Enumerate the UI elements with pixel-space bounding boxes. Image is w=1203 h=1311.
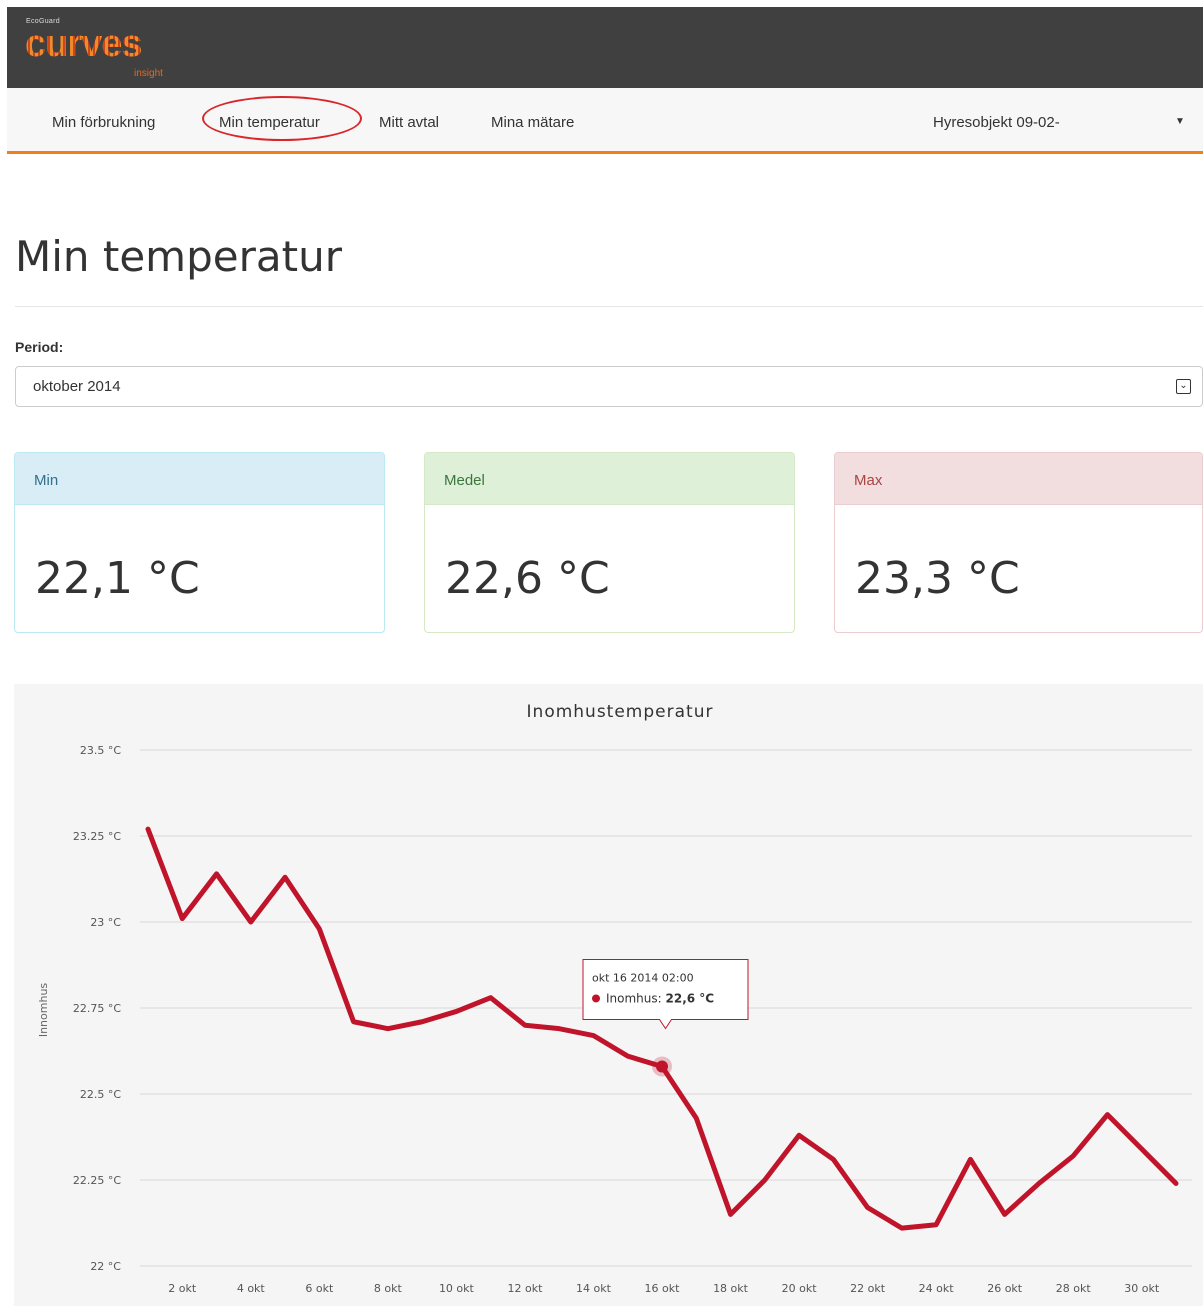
x-tick-label: 22 okt — [850, 1282, 886, 1295]
stat-card-avg: Medel 22,6 °C — [424, 452, 795, 633]
nav-mina-matare[interactable]: Mina mätare — [491, 114, 574, 131]
top-header: EcoGuard curves insight — [7, 7, 1203, 88]
x-tick-label: 24 okt — [919, 1282, 955, 1295]
stat-max-value: 23,3 °C — [855, 553, 1020, 604]
temperature-chart: Inomhustemperatur Innomhus 22 °C 22.25 °C… — [14, 684, 1203, 1306]
chart-title: Inomhustemperatur — [527, 702, 714, 722]
stat-min-label: Min — [15, 453, 384, 505]
tooltip-title: okt 16 2014 02:00 — [592, 971, 694, 984]
highlight-circle — [202, 96, 362, 141]
y-tick-label: 22.25 °C — [73, 1174, 121, 1187]
stat-avg-label: Medel — [425, 453, 794, 505]
tooltip-value: 22,6 °C — [666, 991, 715, 1005]
y-tick-label: 22.75 °C — [73, 1002, 121, 1015]
series-line-inomhus — [145, 826, 1179, 1231]
stat-max-label: Max — [835, 453, 1202, 505]
x-tick-label: 4 okt — [237, 1282, 266, 1295]
object-selector[interactable]: Hyresobjekt 09-02- — [933, 114, 1060, 131]
x-tick-label: 10 okt — [439, 1282, 475, 1295]
hover-point — [656, 1060, 668, 1073]
x-tick-label: 2 okt — [168, 1282, 197, 1295]
x-tick-label: 26 okt — [987, 1282, 1023, 1295]
divider — [15, 306, 1203, 307]
x-tick-label: 6 okt — [305, 1282, 334, 1295]
page-title: Min temperatur — [15, 232, 342, 281]
stat-card-max: Max 23,3 °C — [834, 452, 1203, 633]
y-tick-label: 22.5 °C — [80, 1088, 121, 1101]
x-tick-label: 18 okt — [713, 1282, 749, 1295]
brand-subtitle: insight — [134, 68, 163, 79]
caret-down-icon[interactable]: ▼ — [1175, 116, 1185, 127]
stat-avg-value: 22,6 °C — [445, 553, 610, 604]
y-tick-label: 23.25 °C — [73, 830, 121, 843]
nav-mitt-avtal[interactable]: Mitt avtal — [379, 114, 439, 131]
x-tick-label: 28 okt — [1056, 1282, 1092, 1295]
period-value: oktober 2014 — [33, 378, 121, 395]
x-tick-label: 14 okt — [576, 1282, 612, 1295]
chart-svg: Inomhustemperatur Innomhus 22 °C 22.25 °C… — [37, 702, 1192, 1295]
chevron-down-icon[interactable]: ⌄ — [1176, 379, 1191, 394]
period-select[interactable]: oktober 2014 ⌄ — [15, 366, 1203, 407]
x-tick-label: 30 okt — [1124, 1282, 1160, 1295]
y-tick-label: 23.5 °C — [80, 744, 121, 757]
y-tick-label: 22 °C — [90, 1260, 121, 1273]
x-tick-label: 16 okt — [645, 1282, 681, 1295]
brand-logo[interactable]: curves — [25, 24, 143, 64]
stat-min-value: 22,1 °C — [35, 553, 200, 604]
tooltip-series: Inomhus: 22,6 °C — [606, 991, 714, 1005]
y-tick-label: 23 °C — [90, 916, 121, 929]
stat-card-min: Min 22,1 °C — [14, 452, 385, 633]
x-tick-label: 8 okt — [374, 1282, 403, 1295]
x-tick-label: 12 okt — [507, 1282, 543, 1295]
y-axis-label: Innomhus — [37, 983, 50, 1038]
period-label: Period: — [15, 339, 64, 355]
x-tick-label: 20 okt — [782, 1282, 818, 1295]
tooltip-marker — [592, 994, 600, 1003]
main-navigation: Min förbrukning Min temperatur Mitt avta… — [7, 88, 1203, 154]
nav-min-forbrukning[interactable]: Min förbrukning — [52, 114, 155, 131]
